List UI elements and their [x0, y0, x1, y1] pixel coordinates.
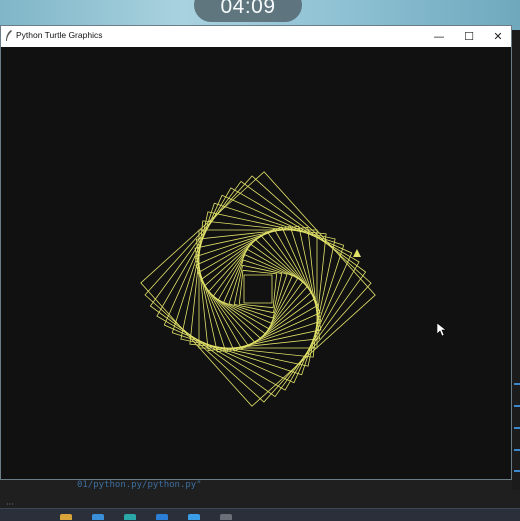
clock-overlay: 04:09 — [194, 0, 302, 22]
title-bar[interactable]: Python Turtle Graphics — ☐ ✕ — [1, 26, 511, 47]
spiral-square — [194, 225, 322, 353]
editor-path-text: 01/python.py/python.py" — [77, 480, 202, 490]
turtle-window: Python Turtle Graphics — ☐ ✕ — [0, 25, 512, 480]
spiral-square — [200, 231, 316, 347]
window-title: Python Turtle Graphics — [16, 30, 103, 40]
spiral-square — [189, 220, 327, 358]
spiral-square — [196, 227, 320, 351]
turtle-cursor-icon — [353, 249, 361, 257]
edge-icon[interactable] — [124, 514, 136, 520]
gutter-marker — [514, 449, 520, 451]
gutter-marker — [514, 470, 520, 472]
spiral-square — [144, 175, 372, 403]
background-editor-gutter — [512, 30, 520, 490]
maximize-button[interactable]: ☐ — [454, 26, 484, 47]
spiral-square — [243, 274, 273, 304]
turtle-app-icon[interactable] — [220, 514, 232, 520]
close-button[interactable]: ✕ — [483, 26, 513, 47]
spiral-square — [195, 226, 321, 352]
spiral-square — [233, 264, 283, 314]
turtle-canvas[interactable] — [1, 47, 511, 479]
spiral-square — [163, 194, 353, 384]
spiral-square — [171, 202, 345, 376]
spiral-square — [217, 248, 299, 330]
spiral-square — [149, 180, 367, 398]
minimize-button[interactable]: — — [424, 26, 454, 47]
spiral-drawing — [140, 171, 376, 407]
spiral-square — [203, 234, 313, 344]
app-icon[interactable] — [188, 514, 200, 520]
spiral-square — [198, 229, 318, 349]
mouse-cursor-icon — [437, 323, 447, 337]
clock-text: 04:09 — [220, 0, 276, 18]
browser-icon[interactable] — [92, 514, 104, 520]
spiral-square — [140, 171, 376, 407]
vscode-icon[interactable] — [156, 514, 168, 520]
taskbar — [0, 508, 520, 521]
folder-icon[interactable] — [60, 514, 72, 520]
feather-icon — [6, 30, 12, 41]
spiral-square — [197, 228, 319, 350]
spiral-square — [212, 243, 304, 335]
spiral-square — [194, 225, 322, 353]
spiral-square — [156, 187, 360, 391]
gutter-marker — [514, 383, 520, 385]
gutter-marker — [514, 427, 520, 429]
gutter-marker — [514, 405, 520, 407]
spiral-square — [238, 269, 278, 309]
spiral-square — [208, 239, 308, 339]
